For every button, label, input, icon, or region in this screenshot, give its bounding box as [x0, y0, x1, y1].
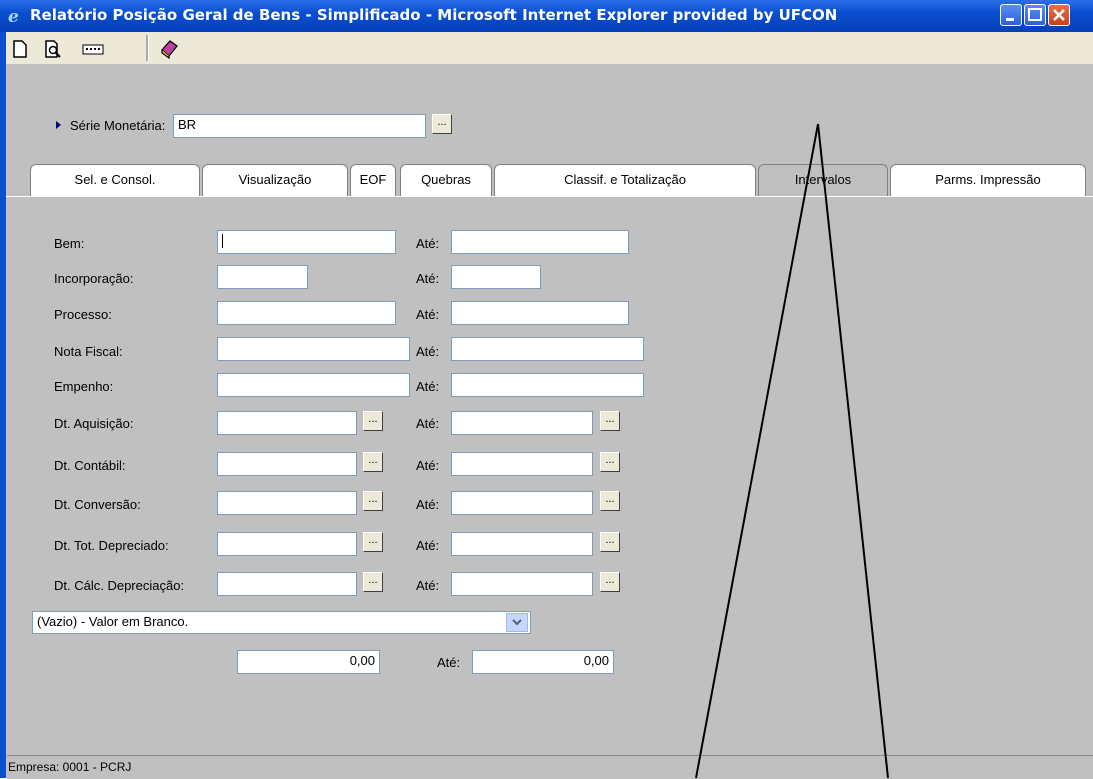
dt-contabil-from-input[interactable] [217, 452, 357, 476]
arrow-right-icon [56, 121, 61, 129]
dt-conversao-label: Dt. Conversão: [54, 497, 141, 512]
valor-type-select[interactable]: (Vazio) - Valor em Branco. [32, 611, 531, 634]
tab-classif-totalizacao[interactable]: Classif. e Totalização [494, 164, 756, 196]
dt-aquisicao-to-calendar-button[interactable]: ... [600, 411, 620, 431]
ate-label: Até: [416, 236, 440, 251]
dt-calc-depreciacao-from-calendar-button[interactable]: ... [363, 572, 383, 592]
svg-text:e: e [8, 7, 19, 25]
dt-contabil-from-calendar-button[interactable]: ... [363, 452, 383, 472]
keyboard-icon[interactable] [82, 44, 106, 56]
minimize-icon [1006, 18, 1014, 21]
window-title: Relatório Posição Geral de Bens - Simpli… [30, 6, 838, 24]
bem-from-input[interactable] [217, 230, 396, 254]
dt-aquisicao-from-calendar-button[interactable]: ... [363, 411, 383, 431]
dt-tot-depreciado-to-input[interactable] [451, 532, 593, 556]
dt-calc-depreciacao-label: Dt. Cálc. Depreciação: [54, 578, 185, 593]
toolbar-separator [146, 35, 149, 61]
internet-explorer-icon: e [8, 7, 19, 25]
dt-conversao-to-calendar-button[interactable]: ... [600, 491, 620, 511]
status-bar [7, 755, 1093, 779]
dt-tot-depreciado-to-calendar-button[interactable]: ... [600, 532, 620, 552]
tab-visualizacao[interactable]: Visualização [202, 164, 348, 196]
serie-monetaria-label: Série Monetária: [70, 118, 166, 133]
ate-label: Até: [416, 578, 440, 593]
text-cursor [222, 234, 223, 248]
incorporacao-label: Incorporação: [54, 271, 134, 286]
bem-label: Bem: [54, 236, 85, 251]
dt-calc-depreciacao-to-input[interactable] [451, 572, 593, 596]
nota-fiscal-to-input[interactable] [451, 337, 644, 361]
maximize-icon [1028, 8, 1042, 21]
ate-label: Até: [416, 379, 440, 394]
serie-monetaria-input[interactable]: BR [173, 114, 426, 138]
incorporacao-from-input[interactable] [217, 265, 308, 289]
nota-fiscal-label: Nota Fiscal: [54, 344, 123, 359]
processo-label: Processo: [54, 307, 112, 322]
ate-label: Até: [416, 344, 440, 359]
valor-from-input[interactable]: 0,00 [237, 650, 380, 674]
empenho-to-input[interactable] [451, 373, 644, 397]
tab-parms-impressao[interactable]: Parms. Impressão [890, 164, 1086, 196]
dt-tot-depreciado-from-calendar-button[interactable]: ... [363, 532, 383, 552]
valor-to-input[interactable]: 0,00 [472, 650, 614, 674]
dt-contabil-to-calendar-button[interactable]: ... [600, 452, 620, 472]
processo-to-input[interactable] [451, 301, 629, 325]
ate-label: Até: [437, 655, 461, 670]
empenho-label: Empenho: [54, 379, 114, 394]
book-icon[interactable] [158, 38, 180, 60]
ate-label: Até: [416, 458, 440, 473]
bem-to-input[interactable] [451, 230, 629, 254]
close-icon [1053, 9, 1065, 21]
tab-sel-consol[interactable]: Sel. e Consol. [30, 164, 200, 196]
dt-tot-depreciado-label: Dt. Tot. Depreciado: [54, 538, 169, 553]
dt-calc-depreciacao-from-input[interactable] [217, 572, 357, 596]
dt-aquisicao-label: Dt. Aquisição: [54, 416, 134, 431]
chevron-down-icon [512, 619, 522, 626]
tab-divider [6, 196, 1093, 197]
ate-label: Até: [416, 538, 440, 553]
dt-aquisicao-to-input[interactable] [451, 411, 593, 435]
dt-contabil-label: Dt. Contábil: [54, 458, 126, 473]
dt-conversao-from-input[interactable] [217, 491, 357, 515]
tab-intervalos[interactable]: Intervalos [758, 164, 888, 196]
dropdown-arrow-button[interactable] [506, 613, 528, 632]
serie-monetaria-lookup-button[interactable]: ... [432, 114, 452, 134]
maximize-button[interactable] [1024, 4, 1046, 26]
dt-contabil-to-input[interactable] [451, 452, 593, 476]
print-preview-icon[interactable] [44, 40, 64, 58]
processo-from-input[interactable] [217, 301, 396, 325]
new-doc-icon[interactable] [12, 40, 28, 58]
close-button[interactable] [1048, 4, 1070, 26]
ate-label: Até: [416, 271, 440, 286]
tab-eof[interactable]: EOF [350, 164, 396, 196]
nota-fiscal-from-input[interactable] [217, 337, 410, 361]
minimize-button[interactable] [1000, 4, 1022, 26]
dt-calc-depreciacao-to-calendar-button[interactable]: ... [600, 572, 620, 592]
status-text: Empresa: 0001 - PCRJ [8, 760, 132, 774]
dt-conversao-to-input[interactable] [451, 491, 593, 515]
ate-label: Até: [416, 497, 440, 512]
dt-aquisicao-from-input[interactable] [217, 411, 357, 435]
empenho-from-input[interactable] [217, 373, 410, 397]
tab-quebras[interactable]: Quebras [400, 164, 492, 196]
dt-conversao-from-calendar-button[interactable]: ... [363, 491, 383, 511]
ate-label: Até: [416, 416, 440, 431]
incorporacao-to-input[interactable] [451, 265, 541, 289]
ate-label: Até: [416, 307, 440, 322]
dt-tot-depreciado-from-input[interactable] [217, 532, 357, 556]
